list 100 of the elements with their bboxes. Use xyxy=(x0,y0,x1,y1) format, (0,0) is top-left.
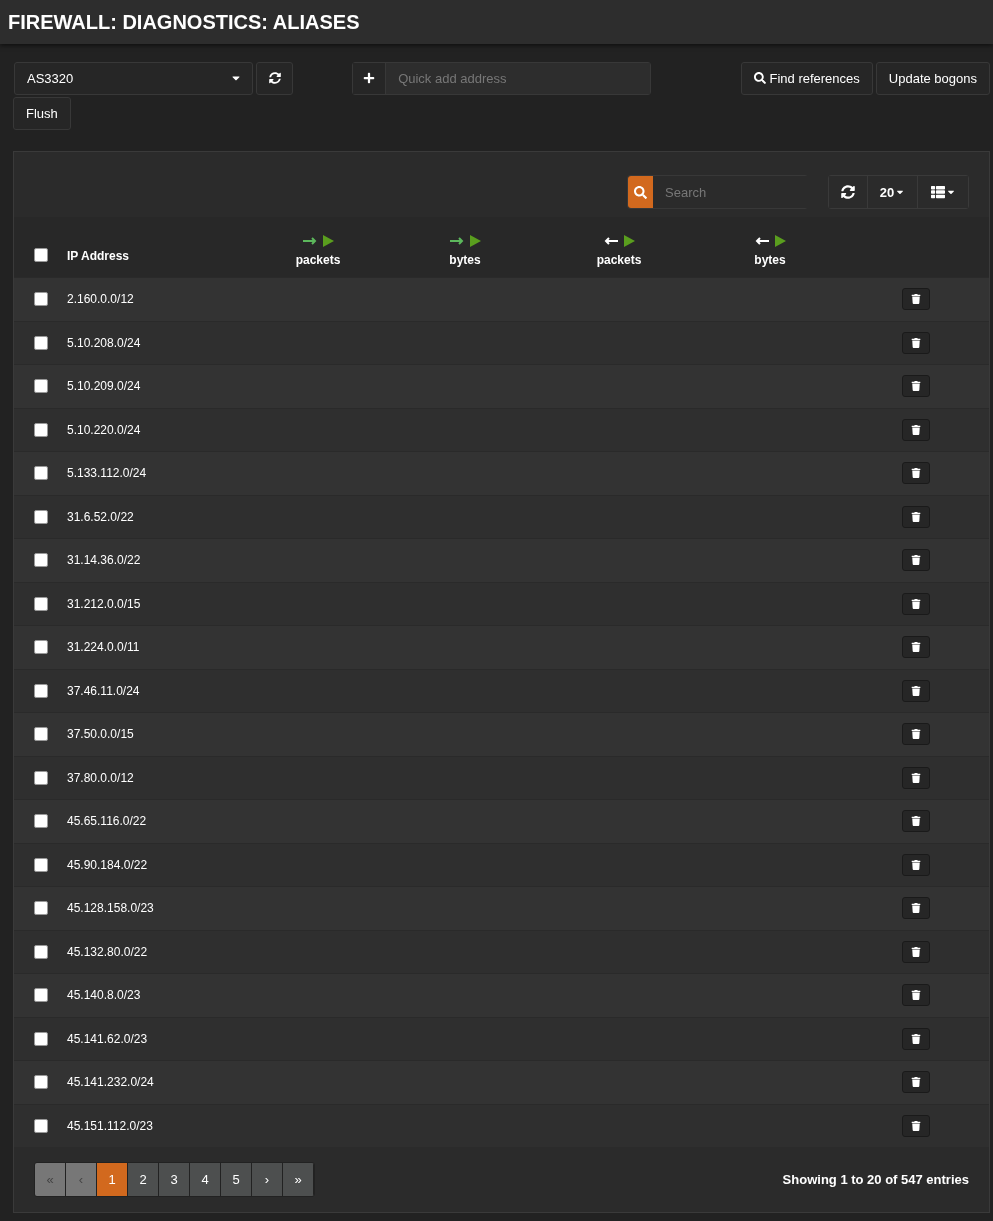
ip-address: 45.90.184.0/22 xyxy=(66,857,148,872)
row-checkbox[interactable] xyxy=(34,466,48,481)
page-button[interactable]: 4 xyxy=(190,1163,221,1196)
delete-button[interactable] xyxy=(902,418,930,441)
delete-button[interactable] xyxy=(902,897,930,920)
trash-icon xyxy=(911,294,921,305)
row-checkbox[interactable] xyxy=(34,814,48,829)
arrow-right-icon xyxy=(449,235,481,247)
delete-button[interactable] xyxy=(902,331,930,354)
trash-icon xyxy=(911,816,921,827)
delete-button[interactable] xyxy=(902,1027,930,1050)
arrow-right-icon xyxy=(302,235,334,247)
update-bogons-button[interactable]: Update bogons xyxy=(875,61,990,95)
plus-icon xyxy=(363,72,376,84)
delete-button[interactable] xyxy=(902,1071,930,1094)
row-checkbox[interactable] xyxy=(34,292,48,307)
row-checkbox[interactable] xyxy=(34,1031,48,1046)
trash-icon xyxy=(911,1077,921,1088)
search-button[interactable] xyxy=(628,176,653,208)
delete-button[interactable] xyxy=(902,505,930,528)
ip-address: 45.132.80.0/22 xyxy=(66,944,148,959)
delete-button[interactable] xyxy=(902,288,930,311)
row-checkbox[interactable] xyxy=(34,379,48,394)
row-checkbox[interactable] xyxy=(34,944,48,959)
alias-select[interactable]: AS3320 xyxy=(14,61,253,95)
select-all-checkbox[interactable] xyxy=(34,248,48,262)
refresh-button[interactable] xyxy=(829,176,868,208)
page-title: FIREWALL: DIAGNOSTICS: ALIASES xyxy=(8,10,360,34)
page-button[interactable]: » xyxy=(283,1163,314,1196)
row-checkbox[interactable] xyxy=(34,857,48,872)
search-icon xyxy=(634,185,647,199)
row-checkbox[interactable] xyxy=(34,901,48,916)
trash-icon xyxy=(911,990,921,1001)
trash-icon xyxy=(911,468,921,479)
page-button[interactable]: 3 xyxy=(159,1163,190,1196)
page-button[interactable]: › xyxy=(252,1163,283,1196)
row-checkbox[interactable] xyxy=(34,553,48,568)
search-icon xyxy=(754,72,767,84)
row-checkbox[interactable] xyxy=(34,596,48,611)
column-header[interactable]: packets xyxy=(596,253,642,267)
trash-icon xyxy=(911,337,921,348)
trash-icon xyxy=(911,903,921,914)
delete-button[interactable] xyxy=(902,636,930,659)
add-button[interactable] xyxy=(353,62,387,94)
ip-address: 5.133.112.0/24 xyxy=(66,466,147,481)
trash-icon xyxy=(911,1120,921,1131)
delete-button[interactable] xyxy=(902,853,930,876)
column-header[interactable]: bytes xyxy=(449,253,481,267)
quick-add-field[interactable]: Quick add address xyxy=(352,61,651,95)
trash-icon xyxy=(911,424,921,435)
trash-icon xyxy=(911,511,921,522)
column-header[interactable]: packets xyxy=(295,253,341,267)
row-checkbox[interactable] xyxy=(34,422,48,437)
ip-address: 45.65.116.0/22 xyxy=(66,814,147,829)
delete-button[interactable] xyxy=(902,1114,930,1137)
delete-button[interactable] xyxy=(902,462,930,485)
page-button[interactable]: 2 xyxy=(128,1163,159,1196)
row-checkbox[interactable] xyxy=(34,770,48,785)
trash-icon xyxy=(911,598,921,609)
delete-button[interactable] xyxy=(902,549,930,572)
trash-icon xyxy=(911,859,921,870)
column-header[interactable]: bytes xyxy=(754,253,786,267)
page-button[interactable]: 5 xyxy=(221,1163,252,1196)
find-references-button[interactable]: Find references xyxy=(741,61,873,95)
column-header[interactable]: IP Address xyxy=(60,249,130,263)
delete-button[interactable] xyxy=(902,723,930,746)
arrow-left-icon xyxy=(603,235,635,247)
trash-icon xyxy=(911,555,921,566)
row-checkbox[interactable] xyxy=(34,640,48,655)
trash-icon xyxy=(911,685,921,696)
delete-button[interactable] xyxy=(902,766,930,789)
refresh-icon xyxy=(268,72,281,84)
delete-button[interactable] xyxy=(902,810,930,833)
delete-button[interactable] xyxy=(902,592,930,615)
trash-icon xyxy=(911,729,921,740)
delete-button[interactable] xyxy=(902,679,930,702)
flush-button[interactable]: Flush xyxy=(13,96,71,130)
trash-icon xyxy=(911,642,921,653)
delete-button[interactable] xyxy=(902,375,930,398)
arrow-left-icon xyxy=(754,235,786,247)
ip-address: 5.10.209.0/24 xyxy=(66,379,141,394)
page-button[interactable]: 1 xyxy=(97,1163,128,1196)
ip-address: 37.50.0.0/15 xyxy=(66,727,134,742)
trash-icon xyxy=(911,772,921,783)
row-checkbox[interactable] xyxy=(34,509,48,524)
trash-icon xyxy=(911,946,921,957)
ip-address: 5.10.208.0/24 xyxy=(66,335,141,350)
ip-address: 2.160.0.0/12 xyxy=(66,292,134,307)
delete-button[interactable] xyxy=(902,984,930,1007)
row-checkbox[interactable] xyxy=(34,988,48,1003)
delete-button[interactable] xyxy=(902,940,930,963)
list-icon xyxy=(930,185,945,199)
row-checkbox[interactable] xyxy=(34,1118,48,1133)
ip-address: 31.212.0.0/15 xyxy=(66,596,141,611)
ip-address: 5.10.220.0/24 xyxy=(66,422,141,437)
row-checkbox[interactable] xyxy=(34,683,48,698)
row-checkbox[interactable] xyxy=(34,727,48,742)
row-checkbox[interactable] xyxy=(34,335,48,350)
refresh-button[interactable] xyxy=(256,61,293,95)
row-checkbox[interactable] xyxy=(34,1075,48,1090)
